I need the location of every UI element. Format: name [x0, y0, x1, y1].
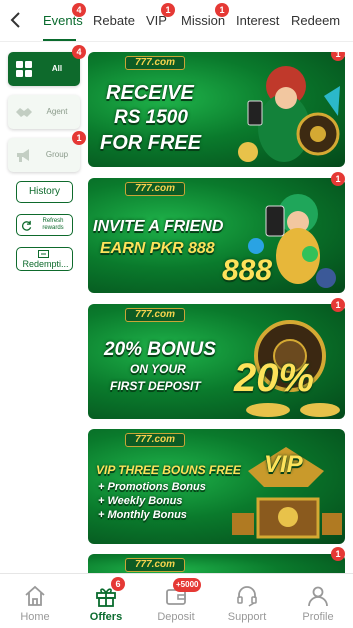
banner-item: + Weekly Bonus	[98, 495, 183, 507]
nav-deposit-badge: +5000	[173, 578, 202, 592]
category-sidebar: All 4 Agent Group 1 History Refresh rewa…	[0, 43, 86, 573]
banner-line-1: 20% BONUS	[104, 339, 216, 360]
promo-list: 777.com RECEIVE RS 1500 FOR FREE 1 777.c…	[88, 52, 345, 577]
nav-profile-label: Profile	[302, 611, 334, 623]
refresh-rewards-label: Refresh rewards	[42, 218, 64, 231]
bottom-nav: Home Offers 6 Deposit +5000 Support Prof…	[0, 573, 353, 628]
banner-line-1: RECEIVE	[106, 82, 194, 104]
top-bar: Events 4 Rebate VIP 1 Mission 1 Interest…	[0, 0, 353, 42]
banner-item: + Monthly Bonus	[98, 509, 187, 521]
history-button[interactable]: History	[16, 181, 73, 203]
nav-deposit-label: Deposit	[157, 611, 195, 623]
category-agent[interactable]: Agent	[8, 95, 80, 129]
banner-big-text: VIP	[264, 451, 303, 478]
brand-logo: 777.com	[125, 182, 185, 196]
category-group-label: Group	[45, 150, 69, 159]
promo-badge-5: 1	[331, 547, 345, 561]
promo-badge-2: 1	[331, 172, 345, 186]
brand-logo: 777.com	[125, 56, 185, 70]
refresh-icon	[22, 220, 32, 231]
refresh-rewards-button[interactable]: Refresh rewards	[16, 214, 73, 236]
category-all-badge: 4	[72, 45, 86, 59]
category-group-badge: 1	[72, 131, 86, 145]
home-icon	[25, 585, 45, 606]
banner-line-1: VIP THREE BOUNS FREE	[96, 463, 241, 477]
category-all-label: All	[51, 64, 63, 73]
megaphone-icon	[17, 149, 29, 162]
grid-icon	[16, 61, 32, 77]
headset-icon	[237, 586, 257, 607]
banner-line-2: RS 1500	[114, 107, 188, 128]
nav-support-label: Support	[227, 611, 267, 623]
banner-line-1: INVITE A FRIEND	[93, 218, 224, 235]
active-tab-indicator	[43, 39, 76, 41]
redemption-label: Redempti...	[22, 259, 69, 269]
character-illustration	[238, 66, 340, 162]
tab-mission-badge: 1	[215, 3, 229, 17]
tab-rebate[interactable]: Rebate	[93, 13, 135, 28]
chevron-left-icon[interactable]	[8, 10, 24, 30]
brand-logo: 777.com	[125, 558, 185, 572]
nav-profile[interactable]: Profile	[283, 574, 353, 628]
promo-banner-vip[interactable]: 777.com VIP THREE BOUNS FREE + Promotion…	[88, 429, 345, 544]
category-agent-label: Agent	[46, 107, 68, 116]
promo-banner-receive[interactable]: 777.com RECEIVE RS 1500 FOR FREE	[88, 52, 345, 167]
brand-logo: 777.com	[125, 433, 185, 447]
banner-line-2: EARN PKR 888	[100, 240, 215, 257]
banner-item: + Promotions Bonus	[98, 481, 206, 493]
promo-banner-invite[interactable]: 777.com INVITE A FRIEND EARN PKR 888 888	[88, 178, 345, 293]
tab-interest[interactable]: Interest	[236, 13, 279, 28]
category-all[interactable]: All	[8, 52, 80, 86]
tab-events-badge: 4	[72, 3, 86, 17]
user-icon	[308, 586, 328, 607]
banner-line-3: FOR FREE	[100, 132, 202, 154]
nav-offers[interactable]: Offers 6	[71, 574, 141, 628]
app: Events 4 Rebate VIP 1 Mission 1 Interest…	[0, 0, 353, 628]
tab-vip-badge: 1	[161, 3, 175, 17]
banner-big-number: 888	[222, 254, 273, 287]
banner-line-3: FIRST DEPOSIT	[110, 379, 201, 393]
category-group[interactable]: Group	[8, 138, 80, 172]
handshake-icon	[16, 108, 32, 117]
promo-badge-3: 1	[331, 298, 345, 312]
promo-banner-deposit[interactable]: 777.com 20% BONUS ON YOUR FIRST DEPOSIT …	[88, 304, 345, 419]
nav-offers-label: Offers	[89, 611, 123, 623]
brand-logo: 777.com	[125, 308, 185, 322]
nav-deposit[interactable]: Deposit +5000	[141, 574, 211, 628]
nav-home-label: Home	[20, 611, 50, 623]
tab-redeem[interactable]: Redeem	[291, 13, 340, 28]
banner-big-number: 20%	[234, 356, 315, 400]
nav-support[interactable]: Support	[212, 574, 282, 628]
banner-line-2: ON YOUR	[130, 362, 186, 376]
redemption-button[interactable]: Redempti...	[16, 247, 73, 271]
nav-home[interactable]: Home	[0, 574, 70, 628]
nav-offers-badge: 6	[111, 577, 125, 591]
ticket-icon	[38, 250, 49, 258]
